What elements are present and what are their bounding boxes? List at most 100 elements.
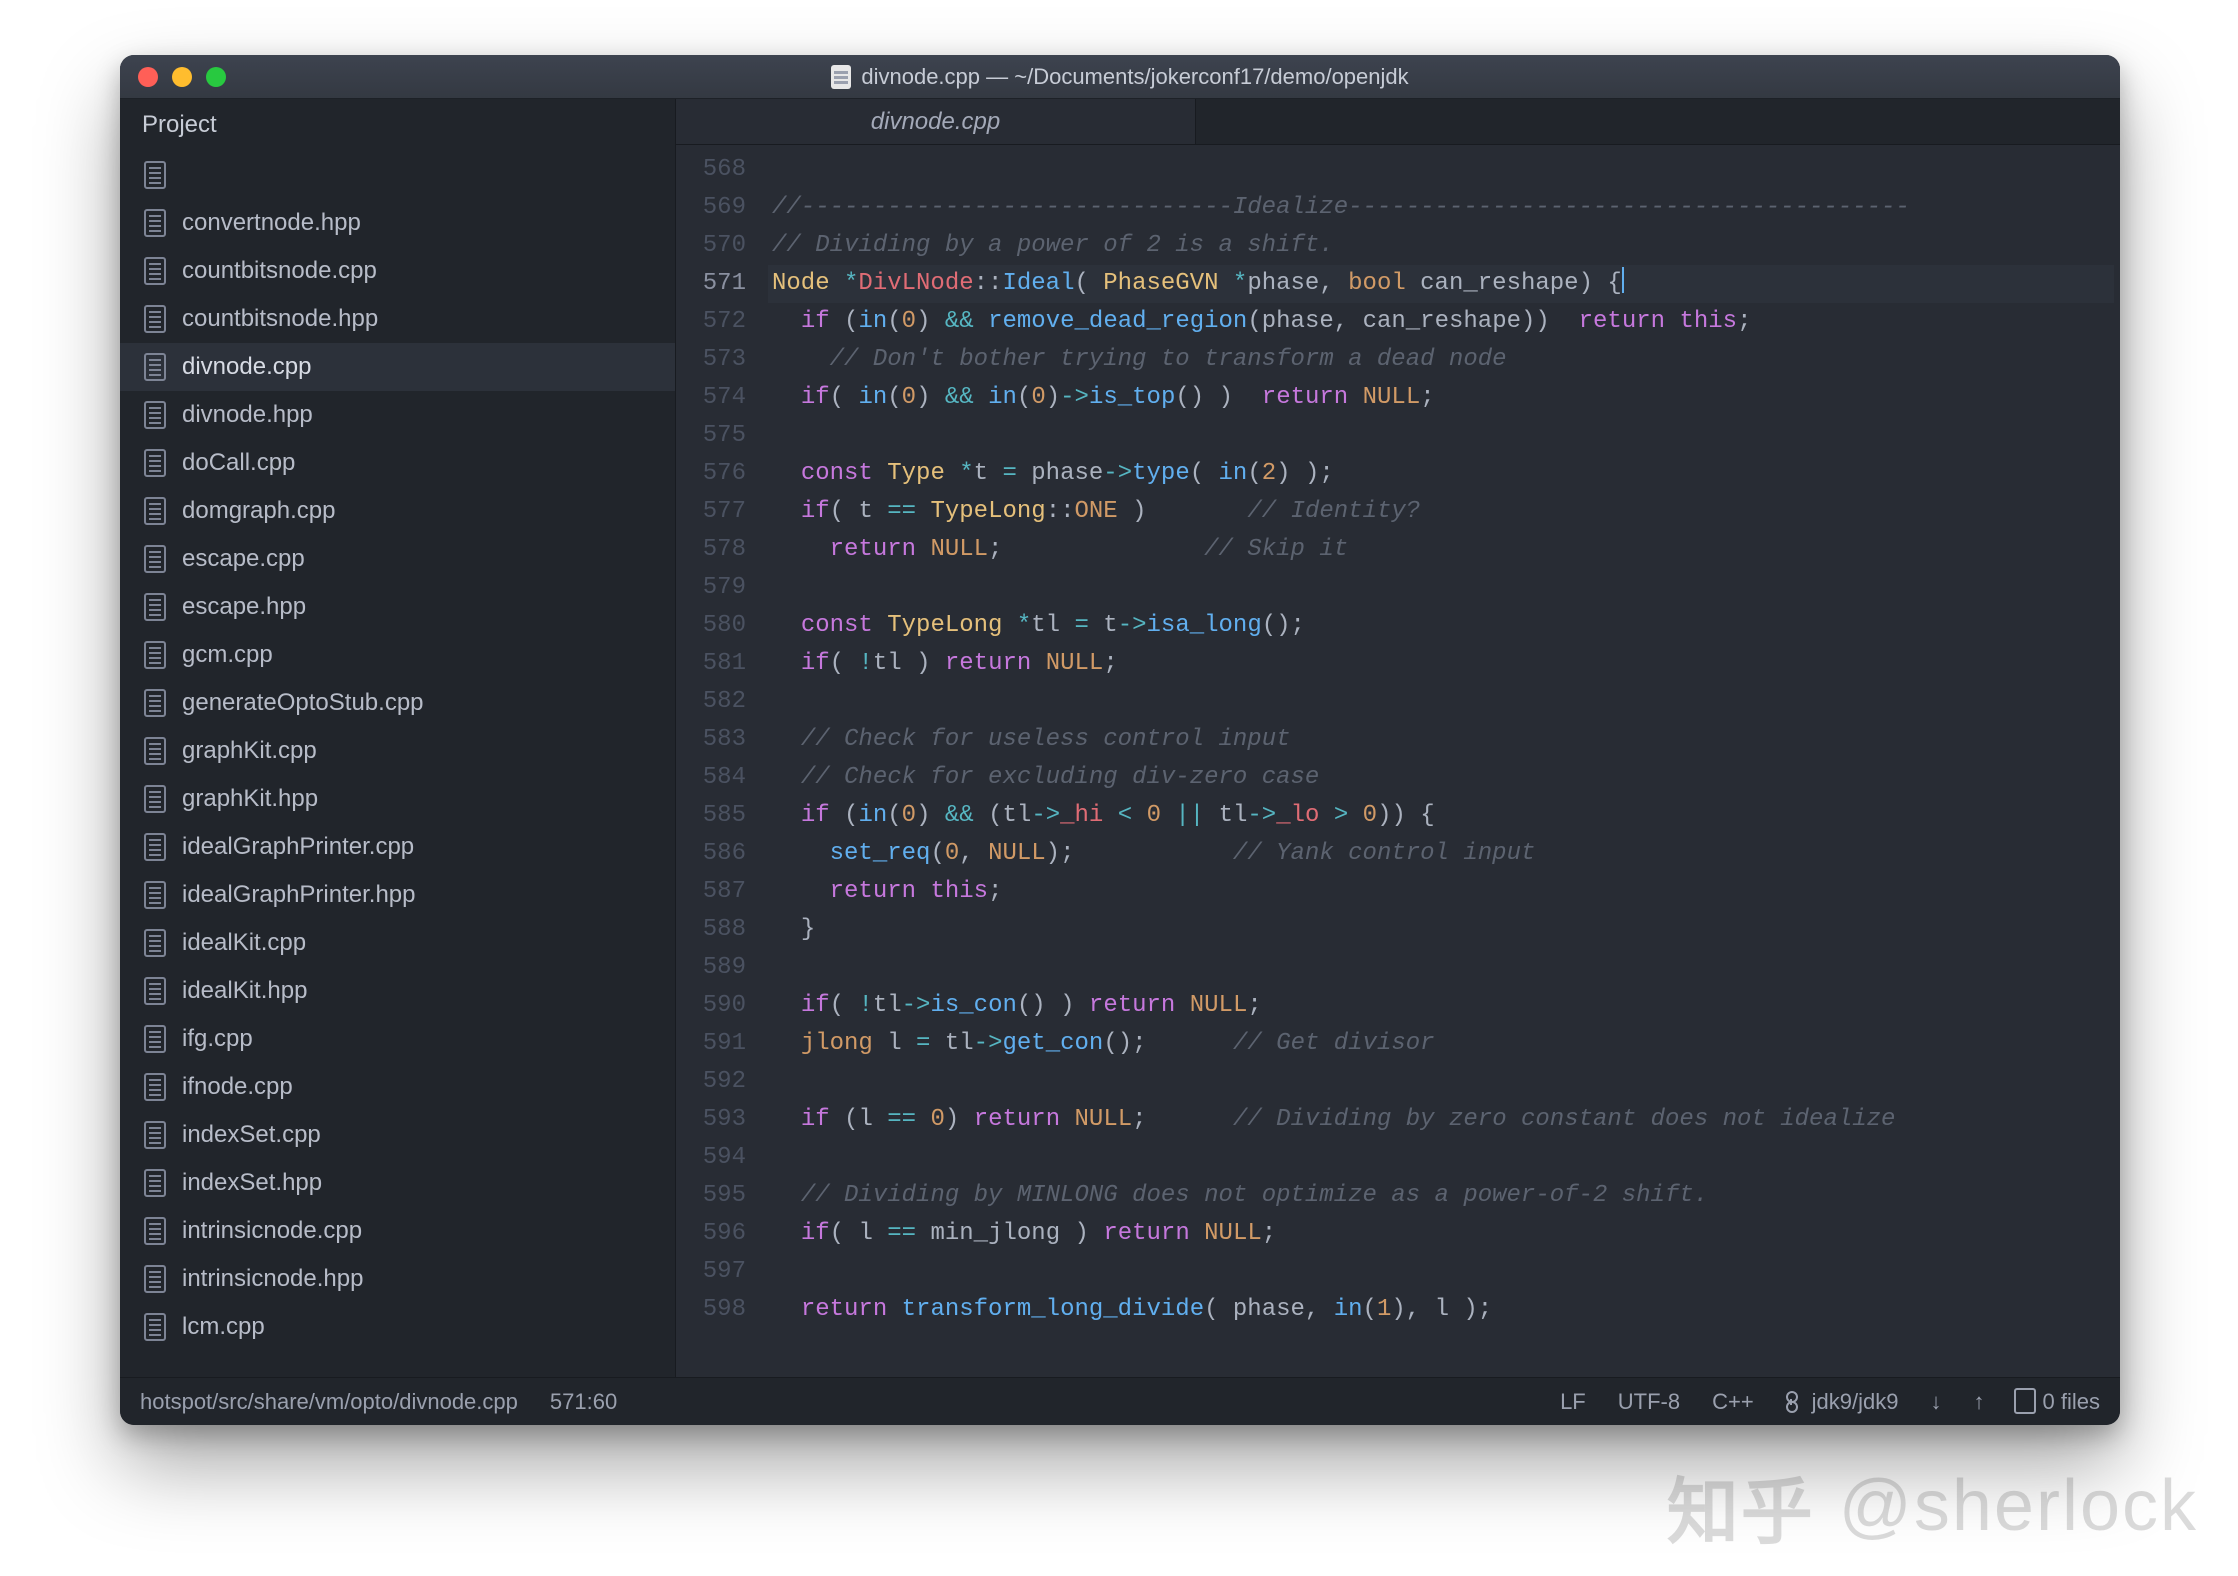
sidebar-file-item[interactable]: lcm.cpp: [120, 1303, 675, 1351]
file-label: intrinsicnode.cpp: [182, 1217, 362, 1245]
files-icon: [2017, 1391, 2035, 1413]
sidebar-file-item[interactable]: ifnode.cpp: [120, 1063, 675, 1111]
sidebar-file-item[interactable]: intrinsicnode.cpp: [120, 1207, 675, 1255]
file-icon: [144, 1169, 166, 1197]
status-language[interactable]: C++: [1712, 1389, 1754, 1415]
file-icon: [144, 1313, 166, 1341]
window-title: divnode.cpp — ~/Documents/jokerconf17/de…: [861, 64, 1408, 90]
sidebar-file-item[interactable]: graphKit.cpp: [120, 727, 675, 775]
tab-active[interactable]: divnode.cpp: [676, 99, 1196, 144]
zhihu-logo: 知乎: [1667, 1453, 1815, 1558]
status-bar: hotspot/src/share/vm/opto/divnode.cpp 57…: [120, 1377, 2120, 1425]
file-label: escape.hpp: [182, 593, 306, 621]
file-icon: [144, 497, 166, 525]
git-push-icon[interactable]: ↑: [1974, 1389, 1985, 1415]
file-icon: [144, 737, 166, 765]
sidebar-file-item[interactable]: generateOptoStub.cpp: [120, 679, 675, 727]
window-titlebar: divnode.cpp — ~/Documents/jokerconf17/de…: [120, 55, 2120, 99]
file-label: doCall.cpp: [182, 449, 295, 477]
status-branch-label: jdk9/jdk9: [1812, 1389, 1899, 1415]
sidebar-header: Project: [120, 99, 675, 151]
status-path[interactable]: hotspot/src/share/vm/opto/divnode.cpp: [140, 1389, 518, 1415]
sidebar-file-item[interactable]: escape.hpp: [120, 583, 675, 631]
status-encoding[interactable]: UTF-8: [1618, 1389, 1680, 1415]
status-changed-files[interactable]: 0 files: [2017, 1389, 2100, 1415]
tab-bar: divnode.cpp: [676, 99, 2120, 145]
window-minimize-button[interactable]: [172, 67, 192, 87]
project-sidebar: Project convertnode.hpp countbitsnode.cpp…: [120, 99, 676, 1377]
git-branch-icon: [1786, 1391, 1804, 1413]
sidebar-file-item[interactable]: gcm.cpp: [120, 631, 675, 679]
file-label: ifnode.cpp: [182, 1073, 293, 1101]
tab-bar-background: [1196, 99, 2120, 144]
status-cursor-position[interactable]: 571:60: [550, 1389, 617, 1415]
watermark: 知乎 @sherlock: [1667, 1453, 2198, 1558]
sidebar-file-item[interactable]: divnode.hpp: [120, 391, 675, 439]
editor-window: divnode.cpp — ~/Documents/jokerconf17/de…: [120, 55, 2120, 1425]
file-label: idealGraphPrinter.hpp: [182, 881, 415, 909]
sidebar-file-item[interactable]: domgraph.cpp: [120, 487, 675, 535]
file-icon: [144, 929, 166, 957]
file-list[interactable]: convertnode.hpp countbitsnode.cpp countbit…: [120, 151, 675, 1377]
main-split: Project convertnode.hpp countbitsnode.cpp…: [120, 99, 2120, 1377]
file-label: indexSet.hpp: [182, 1169, 322, 1197]
file-icon: [144, 1073, 166, 1101]
file-label: divnode.hpp: [182, 401, 313, 429]
sidebar-file-item[interactable]: countbitsnode.hpp: [120, 295, 675, 343]
code-area: 5685695705715725735745755765775785795805…: [676, 145, 2120, 1377]
sidebar-file-item[interactable]: convertnode.hpp: [120, 199, 675, 247]
sidebar-file-item[interactable]: divnode.cpp: [120, 343, 675, 391]
sidebar-file-item[interactable]: idealGraphPrinter.cpp: [120, 823, 675, 871]
sidebar-file-item[interactable]: countbitsnode.cpp: [120, 247, 675, 295]
file-label: idealKit.cpp: [182, 929, 306, 957]
sidebar-file-item[interactable]: indexSet.hpp: [120, 1159, 675, 1207]
window-zoom-button[interactable]: [206, 67, 226, 87]
sidebar-file-item[interactable]: idealKit.hpp: [120, 967, 675, 1015]
file-label: domgraph.cpp: [182, 497, 335, 525]
file-icon: [144, 161, 166, 189]
sidebar-file-item[interactable]: escape.cpp: [120, 535, 675, 583]
file-icon: [144, 209, 166, 237]
sidebar-file-item[interactable]: ifg.cpp: [120, 1015, 675, 1063]
file-label: escape.cpp: [182, 545, 305, 573]
status-files-label: 0 files: [2043, 1389, 2100, 1415]
status-eol[interactable]: LF: [1560, 1389, 1586, 1415]
file-icon: [144, 1265, 166, 1293]
sidebar-file-item[interactable]: idealGraphPrinter.hpp: [120, 871, 675, 919]
watermark-handle: @sherlock: [1839, 1465, 2198, 1547]
code-editor[interactable]: //------------------------------Idealize…: [762, 145, 2120, 1377]
file-icon: [144, 785, 166, 813]
file-icon: [144, 305, 166, 333]
file-label: intrinsicnode.hpp: [182, 1265, 363, 1293]
sidebar-file-item[interactable]: graphKit.hpp: [120, 775, 675, 823]
file-icon: [144, 545, 166, 573]
sidebar-file-item[interactable]: doCall.cpp: [120, 439, 675, 487]
sidebar-file-item[interactable]: indexSet.cpp: [120, 1111, 675, 1159]
file-label: idealGraphPrinter.cpp: [182, 833, 414, 861]
file-icon: [144, 689, 166, 717]
file-label: idealKit.hpp: [182, 977, 307, 1005]
file-type-icon: [831, 65, 851, 89]
file-icon: [144, 833, 166, 861]
window-close-button[interactable]: [138, 67, 158, 87]
file-icon: [144, 1217, 166, 1245]
file-icon: [144, 593, 166, 621]
sidebar-file-item[interactable]: idealKit.cpp: [120, 919, 675, 967]
editor-column: divnode.cpp 5685695705715725735745755765…: [676, 99, 2120, 1377]
file-label: graphKit.hpp: [182, 785, 318, 813]
file-label: countbitsnode.hpp: [182, 305, 378, 333]
file-icon: [144, 881, 166, 909]
file-label: lcm.cpp: [182, 1313, 265, 1341]
file-label: convertnode.hpp: [182, 209, 361, 237]
status-git-branch[interactable]: jdk9/jdk9: [1786, 1389, 1899, 1415]
file-label: divnode.cpp: [182, 353, 311, 381]
file-label: ifg.cpp: [182, 1025, 253, 1053]
sidebar-file-item[interactable]: [120, 151, 675, 199]
file-icon: [144, 977, 166, 1005]
file-icon: [144, 449, 166, 477]
file-icon: [144, 1025, 166, 1053]
sidebar-file-item[interactable]: intrinsicnode.hpp: [120, 1255, 675, 1303]
file-icon: [144, 353, 166, 381]
git-pull-icon[interactable]: ↓: [1931, 1389, 1942, 1415]
file-label: gcm.cpp: [182, 641, 273, 669]
